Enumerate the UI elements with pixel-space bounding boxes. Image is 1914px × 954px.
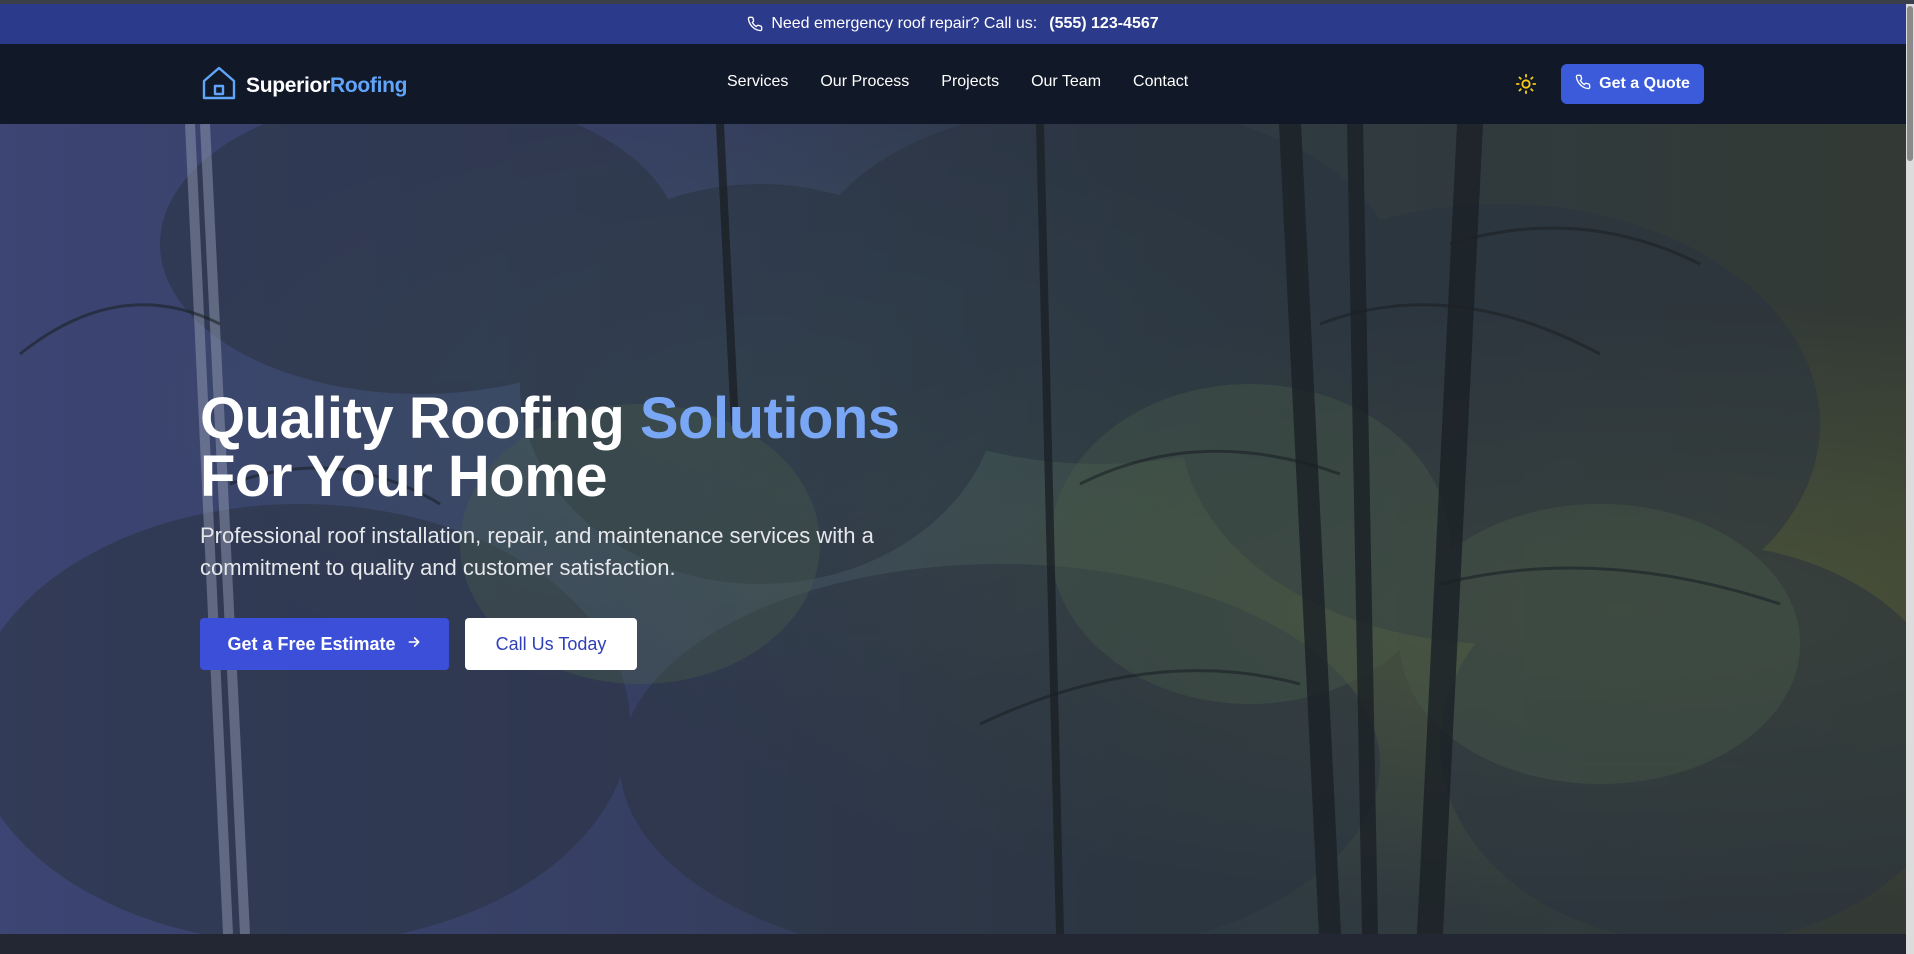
sun-icon[interactable] — [1515, 73, 1537, 95]
next-section-edge — [0, 934, 1906, 954]
brand-name-accent: Roofing — [329, 73, 408, 97]
nav-links: Services Our Process Projects Our Team C… — [727, 73, 1188, 91]
free-estimate-label: Get a Free Estimate — [227, 633, 396, 654]
scrollbar-thumb[interactable] — [1907, 6, 1913, 161]
hero-section: Quality Roofing Solutions For Your Home … — [0, 124, 1906, 934]
brand-logo[interactable]: SuperiorRoofing — [200, 64, 407, 107]
hero-title-part2: For Your Home — [200, 444, 608, 509]
page-scrollbar[interactable] — [1906, 4, 1914, 954]
hero-title-accent: Solutions — [639, 386, 900, 451]
announcement-text: Need emergency roof repair? Call us: — [771, 15, 1038, 32]
brand-name-primary: Superior — [246, 73, 330, 97]
hero-content: Quality Roofing Solutions For Your Home … — [200, 390, 960, 670]
hero-buttons: Get a Free Estimate Call Us Today — [200, 618, 960, 670]
announcement-phone-link[interactable]: (555) 123-4567 — [1049, 15, 1158, 33]
phone-icon — [1575, 74, 1591, 95]
hero-title: Quality Roofing Solutions For Your Home — [200, 390, 960, 506]
nav-item-our-team[interactable]: Our Team — [1031, 73, 1101, 91]
announcement-bar: Need emergency roof repair? Call us: (55… — [0, 4, 1906, 44]
nav-item-our-process[interactable]: Our Process — [820, 73, 909, 91]
main-navbar: SuperiorRoofing Services Our Process Pro… — [0, 44, 1906, 124]
nav-item-projects[interactable]: Projects — [941, 73, 999, 91]
hero-subtitle: Professional roof installation, repair, … — [200, 523, 874, 580]
brand-name: SuperiorRoofing — [246, 74, 407, 98]
get-quote-label: Get a Quote — [1599, 75, 1690, 92]
get-quote-button[interactable]: Get a Quote — [1561, 64, 1704, 104]
phone-icon — [747, 16, 763, 32]
hero-title-part1: Quality Roofing — [200, 386, 640, 451]
free-estimate-button[interactable]: Get a Free Estimate — [200, 618, 449, 670]
house-logo-icon — [200, 64, 238, 107]
arrow-right-icon — [406, 634, 422, 655]
call-us-button[interactable]: Call Us Today — [465, 618, 637, 670]
nav-item-contact[interactable]: Contact — [1133, 73, 1188, 91]
nav-item-services[interactable]: Services — [727, 73, 788, 91]
